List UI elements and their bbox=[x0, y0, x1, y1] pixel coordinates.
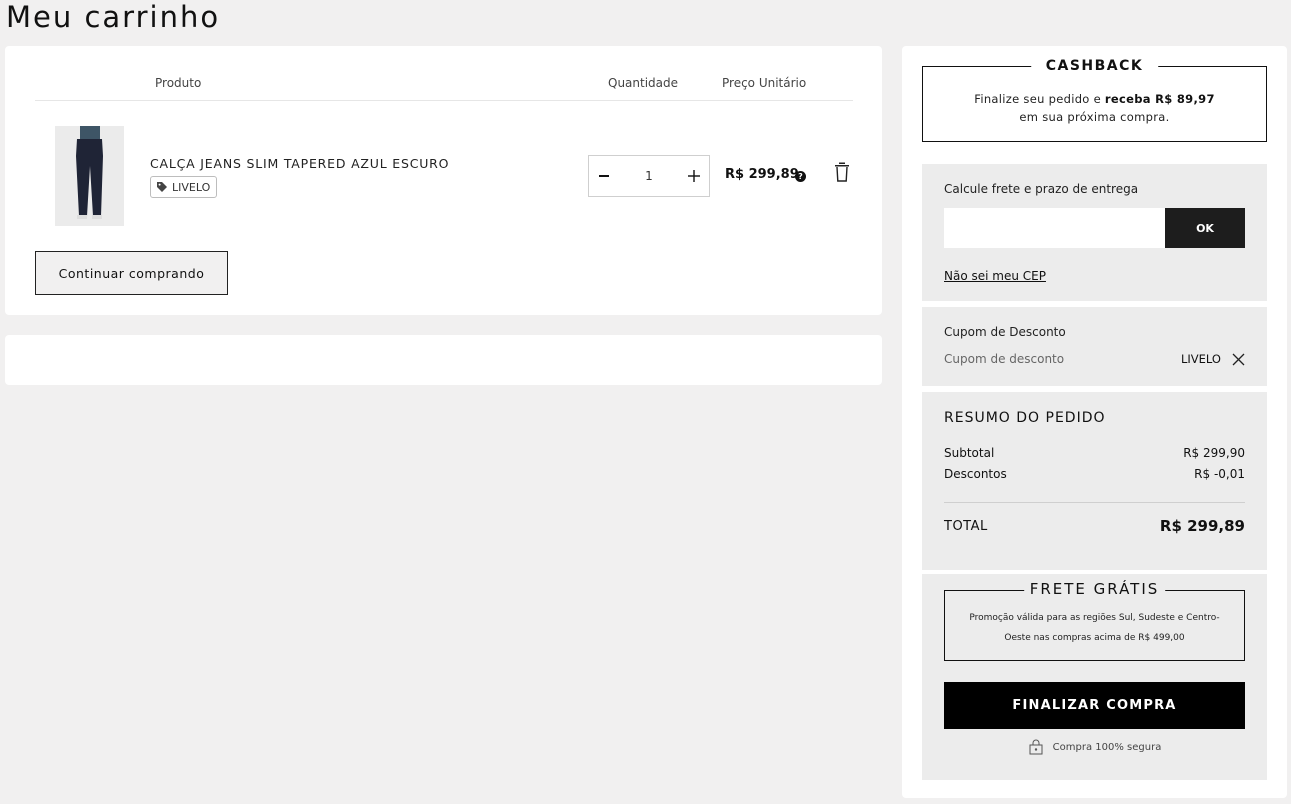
unknown-cep-link[interactable]: Não sei meu CEP bbox=[944, 269, 1046, 283]
product-tag-badge: LIVELO bbox=[150, 176, 218, 198]
cashback-text: Finalize seu pedido e receba R$ 89,97 em… bbox=[923, 90, 1266, 126]
header-divider bbox=[35, 100, 853, 101]
help-icon[interactable]: ? bbox=[795, 171, 806, 182]
plus-icon bbox=[687, 170, 700, 182]
subtotal-value: R$ 299,90 bbox=[1183, 446, 1245, 460]
cep-input[interactable] bbox=[944, 208, 1166, 248]
quantity-stepper: 1 bbox=[588, 155, 710, 197]
shipping-calculator: Calcule frete e prazo de entrega OK Não … bbox=[922, 164, 1267, 301]
secure-purchase-label: Compra 100% segura bbox=[1052, 741, 1162, 753]
cashback-title: CASHBACK bbox=[1030, 58, 1159, 74]
cart-panel: Produto Quantidade Preço Unitário CALÇA … bbox=[5, 46, 882, 315]
increase-quantity-button[interactable] bbox=[685, 167, 703, 185]
cashback-amount: receba R$ 89,97 bbox=[1104, 92, 1215, 106]
free-shipping-title: FRETE GRÁTIS bbox=[1023, 580, 1166, 598]
tag-icon bbox=[157, 182, 167, 192]
applied-coupon-code: LIVELO bbox=[1181, 352, 1221, 366]
product-tag-label: LIVELO bbox=[172, 180, 211, 194]
discount-label: Descontos bbox=[944, 467, 1007, 481]
summary-title: RESUMO DO PEDIDO bbox=[944, 410, 1106, 426]
free-shipping-box: FRETE GRÁTIS Promoção válida para as reg… bbox=[944, 580, 1245, 661]
close-icon[interactable] bbox=[1232, 353, 1245, 366]
total-value: R$ 299,89 bbox=[1159, 517, 1245, 535]
calculate-shipping-button[interactable]: OK bbox=[1165, 208, 1245, 248]
page-title: Meu carrinho bbox=[6, 0, 221, 34]
cashback-line2-text: em sua próxima compra. bbox=[1019, 110, 1170, 124]
total-label: TOTAL bbox=[944, 519, 988, 534]
column-header-quantity: Quantidade bbox=[608, 76, 679, 90]
free-shipping-text: Promoção válida para as regiões Sul, Sud… bbox=[969, 613, 1220, 643]
secure-purchase-note: Compra 100% segura bbox=[922, 739, 1267, 755]
cashback-box: CASHBACK Finalize seu pedido e receba R$… bbox=[922, 58, 1267, 142]
subtotal-label: Subtotal bbox=[944, 446, 995, 460]
secondary-panel bbox=[5, 335, 882, 385]
minus-icon bbox=[599, 175, 609, 177]
quantity-value[interactable]: 1 bbox=[645, 169, 653, 183]
column-header-unit-price: Preço Unitário bbox=[722, 76, 807, 90]
coupon-label: Cupom de Desconto bbox=[944, 325, 1066, 339]
summary-divider bbox=[944, 502, 1245, 503]
order-sidebar: CASHBACK Finalize seu pedido e receba R$… bbox=[902, 46, 1287, 798]
cashback-line1-text: Finalize seu pedido e bbox=[974, 92, 1105, 106]
column-header-product: Produto bbox=[155, 76, 202, 90]
checkout-button[interactable]: FINALIZAR COMPRA bbox=[944, 682, 1245, 729]
product-image[interactable] bbox=[55, 126, 124, 226]
product-name[interactable]: CALÇA JEANS SLIM TAPERED AZUL ESCURO bbox=[150, 156, 449, 171]
discount-value: R$ -0,01 bbox=[1194, 467, 1245, 481]
checkout-section: FRETE GRÁTIS Promoção válida para as reg… bbox=[922, 574, 1267, 780]
coupon-section: Cupom de Desconto Cupom de desconto LIVE… bbox=[922, 307, 1267, 386]
coupon-input[interactable]: Cupom de desconto bbox=[944, 352, 1064, 366]
order-summary: RESUMO DO PEDIDO Subtotal R$ 299,90 Desc… bbox=[922, 392, 1267, 570]
continue-shopping-button[interactable]: Continuar comprando bbox=[35, 251, 228, 295]
trash-icon[interactable] bbox=[833, 162, 851, 182]
decrease-quantity-button[interactable] bbox=[595, 167, 613, 185]
unit-price: R$ 299,89 bbox=[725, 167, 799, 182]
lock-icon bbox=[1029, 739, 1043, 755]
shipping-label: Calcule frete e prazo de entrega bbox=[944, 182, 1139, 196]
